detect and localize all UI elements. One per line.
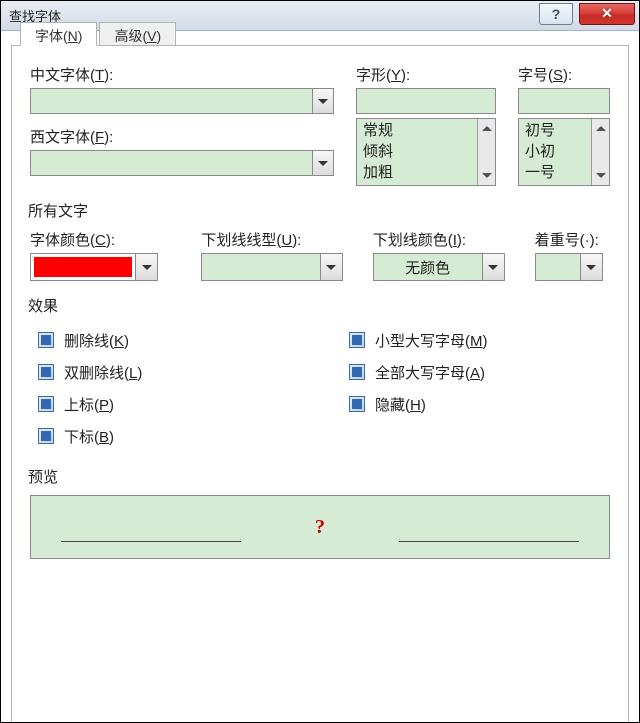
checkbox-superscript[interactable]: 上标(P) — [38, 388, 349, 420]
checkbox-small-caps[interactable]: 小型大写字母(M) — [349, 324, 610, 356]
close-button[interactable]: ✕ — [579, 3, 635, 25]
tab-advanced[interactable]: 高级(V) — [99, 22, 176, 46]
font-size-listbox[interactable]: 初号 小初 一号 — [518, 118, 610, 186]
scroll-up-icon[interactable] — [482, 121, 492, 131]
font-size-input[interactable] — [518, 88, 610, 114]
tab-page-font: 中文字体(T): 西文字体(F): 字形(Y): — [12, 46, 628, 559]
checkbox-double-strike[interactable]: 双删除线(L) — [38, 356, 349, 388]
preview-sample-text: ? — [315, 516, 325, 539]
color-swatch-icon — [34, 257, 132, 277]
checkbox-subscript[interactable]: 下标(B) — [38, 420, 349, 452]
help-button[interactable]: ? — [539, 3, 573, 25]
section-all-text: 所有文字 — [28, 200, 610, 221]
label-font-color: 字体颜色(C): — [30, 229, 171, 250]
list-item[interactable]: 小初 — [525, 141, 585, 162]
checkbox-icon — [349, 332, 365, 348]
emphasis-dropdown[interactable] — [535, 253, 610, 281]
dropdown-arrow-icon[interactable] — [483, 253, 505, 281]
latin-font-combo[interactable] — [30, 150, 334, 176]
label-font-size: 字号(S): — [518, 64, 610, 85]
font-style-listbox[interactable]: 常规 倾斜 加粗 — [356, 118, 496, 186]
label-latin-font: 西文字体(F): — [30, 126, 334, 147]
tab-font[interactable]: 字体(N) — [20, 22, 97, 46]
dropdown-arrow-icon[interactable] — [136, 253, 158, 281]
checkbox-strikethrough[interactable]: 删除线(K) — [38, 324, 349, 356]
scroll-up-icon[interactable] — [596, 121, 606, 131]
dropdown-arrow-icon[interactable] — [321, 253, 343, 281]
checkbox-all-caps[interactable]: 全部大写字母(A) — [349, 356, 610, 388]
font-color-dropdown[interactable] — [30, 253, 158, 281]
scroll-down-icon[interactable] — [482, 173, 492, 183]
checkbox-hidden[interactable]: 隐藏(H) — [349, 388, 610, 420]
dropdown-arrow-icon[interactable] — [581, 253, 603, 281]
dropdown-arrow-icon[interactable] — [312, 88, 334, 114]
preview-underline-icon — [61, 541, 241, 542]
label-asian-font: 中文字体(T): — [30, 64, 334, 85]
underline-color-dropdown[interactable]: 无颜色 — [373, 253, 505, 281]
scrollbar[interactable] — [591, 119, 609, 185]
list-item[interactable]: 一号 — [525, 162, 585, 183]
scrollbar[interactable] — [477, 119, 495, 185]
scroll-down-icon[interactable] — [596, 173, 606, 183]
label-font-style: 字形(Y): — [356, 64, 496, 85]
underline-style-dropdown[interactable] — [201, 253, 342, 281]
font-style-input[interactable] — [356, 88, 496, 114]
checkbox-icon — [38, 396, 54, 412]
checkbox-icon — [38, 428, 54, 444]
preview-underline-icon — [399, 541, 579, 542]
list-item[interactable]: 倾斜 — [363, 141, 471, 162]
checkbox-icon — [349, 364, 365, 380]
list-item[interactable]: 加粗 — [363, 162, 471, 183]
tab-bar: 字体(N) 高级(V) — [20, 22, 178, 46]
dropdown-arrow-icon[interactable] — [312, 150, 334, 176]
dialog-window: 查找字体 ? ✕ 字体(N) 高级(V) 中文字体(T): — [0, 0, 640, 723]
preview-box: ? — [30, 495, 610, 559]
list-item[interactable]: 初号 — [525, 120, 585, 141]
label-underline-color: 下划线颜色(I): — [373, 229, 505, 250]
section-preview: 预览 — [28, 466, 610, 487]
checkbox-icon — [349, 396, 365, 412]
checkbox-icon — [38, 332, 54, 348]
label-emphasis: 着重号(·): — [535, 229, 610, 250]
section-effects: 效果 — [28, 295, 610, 316]
list-item[interactable]: 常规 — [363, 120, 471, 141]
checkbox-icon — [38, 364, 54, 380]
label-underline-style: 下划线线型(U): — [201, 229, 342, 250]
dialog-client: 字体(N) 高级(V) 中文字体(T): 西文字体(F): — [11, 45, 629, 722]
asian-font-combo[interactable] — [30, 88, 334, 114]
